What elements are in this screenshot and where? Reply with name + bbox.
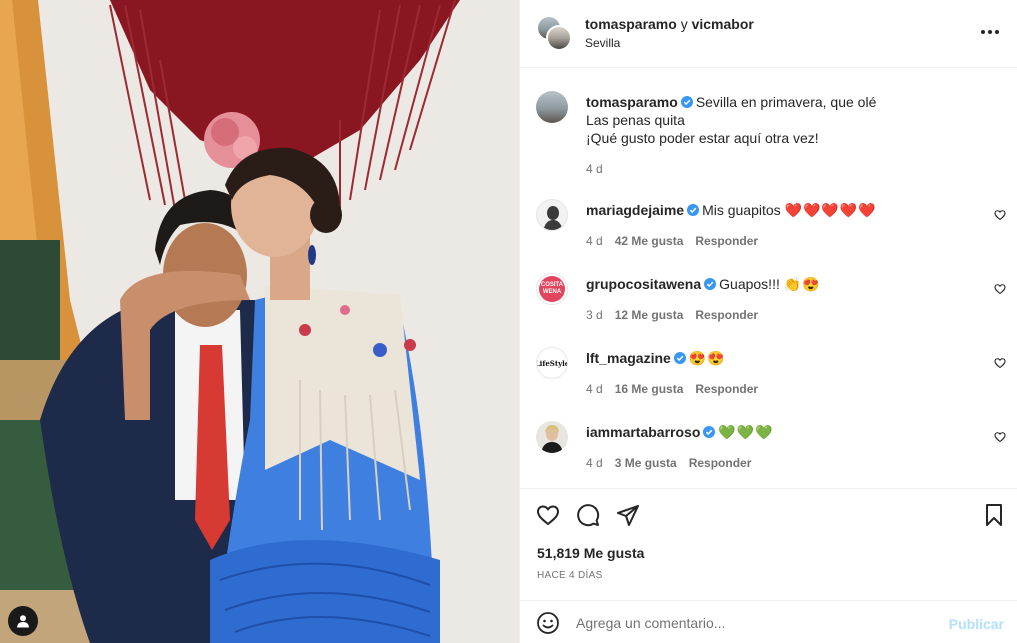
post-authors: tomasparamo y vicmabor — [585, 16, 754, 32]
caption-meta: 4 d — [586, 162, 603, 176]
coauthor-username[interactable]: vicmabor — [692, 16, 754, 32]
post-image — [0, 0, 519, 643]
caption-line-1: Sevilla en primavera, que olé — [695, 94, 877, 110]
comment-item: mariagdejaime Mis guapitos ❤️❤️❤️❤️❤️ 4 d… — [520, 197, 1017, 257]
avatar[interactable] — [536, 199, 568, 231]
comment-item: COSITA WENA grupocositawena Guapos!!! 👏😍 … — [520, 271, 1017, 331]
avatar — [546, 25, 572, 51]
avatar-logo: LifeStyle — [536, 358, 568, 368]
likes-count[interactable]: 51,819 Me gusta — [537, 545, 644, 561]
comment-likes[interactable]: 12 Me gusta — [615, 308, 684, 322]
comment-item: LifeStyle lft_magazine 😍😍 4 d 16 Me gusta… — [520, 345, 1017, 405]
comment-input[interactable] — [576, 610, 936, 636]
comment-username[interactable]: lft_magazine — [586, 350, 671, 366]
comment-likes[interactable]: 16 Me gusta — [615, 382, 684, 396]
comment-body: Guapos!!! — [719, 276, 780, 292]
post-details-panel: tomasparamo y vicmabor Sevilla tomaspara… — [519, 0, 1017, 643]
comment-item: iammartabarroso 💚💚💚 4 d 3 Me gusta Respon… — [520, 419, 1017, 479]
avatar[interactable]: COSITA WENA — [536, 273, 568, 305]
caption-line-3: ¡Qué gusto poder estar aquí otra vez! — [586, 130, 819, 146]
comment-emoji: ❤️❤️❤️❤️❤️ — [784, 202, 877, 218]
post-header: tomasparamo y vicmabor Sevilla — [520, 0, 1017, 68]
comment-emoji: 👏😍 — [783, 276, 821, 292]
comment-likes[interactable]: 3 Me gusta — [615, 456, 677, 470]
comment-timestamp[interactable]: 4 d — [586, 456, 603, 470]
dot-icon — [981, 30, 985, 34]
like-comment-heart-icon[interactable] — [994, 209, 1006, 221]
reply-button[interactable]: Responder — [695, 234, 758, 248]
user-icon — [17, 615, 29, 628]
avatar[interactable] — [536, 421, 568, 453]
more-options-button[interactable] — [980, 24, 1000, 40]
like-comment-heart-icon[interactable] — [994, 431, 1006, 443]
collab-avatars[interactable] — [536, 15, 572, 51]
verified-badge-icon — [703, 426, 716, 438]
reply-button[interactable]: Responder — [695, 308, 758, 322]
location-link[interactable]: Sevilla — [585, 36, 620, 50]
verified-badge-icon — [704, 278, 717, 290]
comment-meta: 4 d 42 Me gusta Responder — [586, 234, 758, 248]
comment-composer: Publicar — [520, 600, 1017, 643]
verified-badge-icon — [673, 352, 686, 364]
caption-text: tomasparamo Sevilla en primavera, que olé… — [586, 93, 982, 147]
avatar[interactable]: LifeStyle — [536, 347, 568, 379]
caption-timestamp[interactable]: 4 d — [586, 162, 603, 176]
comment-emoji: 💚💚💚 — [718, 424, 774, 440]
emoji-icon[interactable] — [536, 611, 560, 635]
comment-username[interactable]: grupocositawena — [586, 276, 701, 292]
reply-button[interactable]: Responder — [689, 456, 752, 470]
save-bookmark-icon[interactable] — [982, 503, 1006, 527]
share-icon[interactable] — [616, 503, 640, 527]
comment-timestamp[interactable]: 3 d — [586, 308, 603, 322]
comments-list[interactable]: tomasparamo Sevilla en primavera, que olé… — [520, 69, 1017, 487]
comment-likes[interactable]: 42 Me gusta — [615, 234, 684, 248]
verified-badge-icon — [680, 96, 693, 108]
tagged-people-button[interactable] — [8, 606, 38, 636]
dot-icon — [995, 30, 999, 34]
like-comment-heart-icon[interactable] — [994, 357, 1006, 369]
comment-timestamp[interactable]: 4 d — [586, 382, 603, 396]
dot-icon — [988, 30, 992, 34]
avatar-logo: COSITA WENA — [539, 276, 565, 302]
author-username[interactable]: tomasparamo — [585, 16, 677, 32]
comment-body: Mis guapitos — [702, 202, 781, 218]
reply-button[interactable]: Responder — [695, 382, 758, 396]
post-actions: 51,819 Me gusta HACE 4 DÍAS — [520, 488, 1017, 586]
publish-button[interactable]: Publicar — [949, 616, 1004, 632]
avatar[interactable] — [536, 91, 568, 123]
caption-line-2: Las penas quita — [586, 112, 685, 128]
comment-meta: 4 d 3 Me gusta Responder — [586, 456, 751, 470]
comment-meta: 4 d 16 Me gusta Responder — [586, 382, 758, 396]
comment-meta: 3 d 12 Me gusta Responder — [586, 308, 758, 322]
post-photo[interactable] — [0, 0, 519, 643]
like-comment-heart-icon[interactable] — [994, 283, 1006, 295]
caption: tomasparamo Sevilla en primavera, que olé… — [520, 89, 1017, 179]
comment-text: mariagdejaime Mis guapitos ❤️❤️❤️❤️❤️ — [586, 201, 982, 219]
comment-username[interactable]: mariagdejaime — [586, 202, 684, 218]
authors-joiner: y — [680, 16, 688, 32]
verified-badge-icon — [687, 204, 700, 216]
comment-emoji: 😍😍 — [688, 350, 726, 366]
comment-text: lft_magazine 😍😍 — [586, 349, 982, 367]
post-timestamp[interactable]: HACE 4 DÍAS — [537, 570, 603, 581]
comment-text: iammartabarroso 💚💚💚 — [586, 423, 982, 441]
comment-username[interactable]: iammartabarroso — [586, 424, 700, 440]
like-heart-icon[interactable] — [536, 503, 560, 527]
comment-text: grupocositawena Guapos!!! 👏😍 — [586, 275, 982, 293]
comment-icon[interactable] — [576, 503, 600, 527]
comment-timestamp[interactable]: 4 d — [586, 234, 603, 248]
caption-username[interactable]: tomasparamo — [586, 94, 678, 110]
